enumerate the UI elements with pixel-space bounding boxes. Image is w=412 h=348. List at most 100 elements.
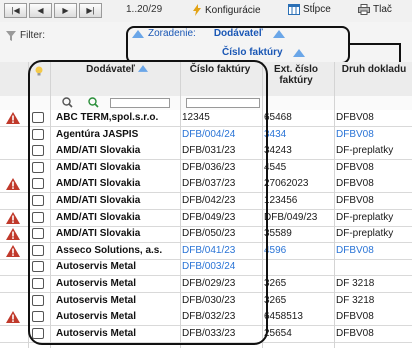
cell-invoice-number: 12345 xyxy=(182,112,210,123)
columns-label: Stĺpce xyxy=(303,4,331,15)
cell-doc-type: DF-preplatky xyxy=(336,211,394,223)
print-button[interactable]: Tlač xyxy=(358,4,392,15)
cell-ext-number: 123456 xyxy=(264,195,298,206)
cell-ext-number: 65468 xyxy=(264,112,292,123)
cell-supplier: AMD/ATI Slovakia xyxy=(56,211,141,223)
cell-doc-type: DFBV08 xyxy=(336,244,374,256)
cell-ext-number: 25654 xyxy=(264,327,292,339)
print-label: Tlač xyxy=(373,4,392,15)
cell-supplier: Autoservis Metal xyxy=(56,311,137,323)
cell-doc-type: DFBV08 xyxy=(336,128,374,140)
table-row[interactable]: Autoservis Metal DFB/032/23 6458513 DFBV08 xyxy=(0,309,412,327)
table-row[interactable]: Autoservis Metal DFB/029/23 3265 DF 3218 xyxy=(0,276,412,293)
col-invoice-header[interactable]: Číslo faktúry xyxy=(186,64,254,75)
table-row[interactable]: Autoservis Metal DFB/030/23 3265 DF 3218 xyxy=(0,293,412,310)
prev-page-button[interactable]: ◀ xyxy=(29,3,52,18)
search-icon[interactable] xyxy=(62,97,73,108)
table-row[interactable]: AMD/ATI Slovakia DFB/042/23 123456 DFBV08 xyxy=(0,193,412,210)
table-row[interactable]: Autoservis Metal DFB/033/23 25654 DFBV08 xyxy=(0,326,412,343)
cell-invoice-number: DFB/003/24 xyxy=(182,261,236,273)
grid-header: Dodávateľ Číslo faktúry Ext. číslo faktú… xyxy=(0,62,412,97)
cell-invoice-number: DFB/031/23 xyxy=(182,145,236,157)
cell-supplier: AMD/ATI Slovakia xyxy=(56,195,141,206)
cell-supplier: AMD/ATI Slovakia xyxy=(56,161,141,173)
printer-icon xyxy=(358,4,370,15)
cell-ext-number: 6458513 xyxy=(264,311,303,323)
cell-ext-number: 27062023 xyxy=(264,178,309,190)
row-checkbox[interactable] xyxy=(32,112,44,123)
cell-supplier: AMD/ATI Slovakia xyxy=(56,228,141,240)
cell-doc-type: DF 3218 xyxy=(336,294,375,306)
row-checkbox[interactable] xyxy=(32,211,44,223)
cell-supplier: AMD/ATI Slovakia xyxy=(56,145,141,157)
warning-icon xyxy=(6,244,20,257)
cell-doc-type: DFBV08 xyxy=(336,327,374,339)
last-page-button[interactable]: ▶| xyxy=(79,3,102,18)
table-row[interactable]: AMD/ATI Slovakia DFB/036/23 4545 DFBV08 xyxy=(0,160,412,177)
columns-button[interactable]: Stĺpce xyxy=(288,4,331,15)
supplier-search-input[interactable] xyxy=(110,98,170,108)
cell-ext-number: 4545 xyxy=(264,161,287,173)
configure-label: Konfigurácie xyxy=(205,4,261,16)
row-checkbox[interactable] xyxy=(32,128,44,140)
column-divider xyxy=(334,62,335,348)
warning-icon xyxy=(6,228,20,241)
cell-invoice-number: DFB/037/23 xyxy=(182,178,236,190)
clear-search-icon[interactable] xyxy=(88,97,99,108)
col-ext-header[interactable]: Ext. číslo faktúry xyxy=(268,64,324,86)
next-page-button[interactable]: ▶ xyxy=(54,3,77,18)
table-row[interactable]: Autoservis Metal DFB/003/24 xyxy=(0,259,412,277)
cell-doc-type: DF 3218 xyxy=(336,278,375,289)
configure-button[interactable]: Konfigurácie xyxy=(192,4,261,16)
row-checkbox[interactable] xyxy=(32,195,44,206)
row-checkbox[interactable] xyxy=(32,244,44,256)
cell-doc-type: DFBV08 xyxy=(336,112,374,123)
first-page-button[interactable]: |◀ xyxy=(4,3,27,18)
table-row[interactable]: AMD/ATI Slovakia DFB/049/23 DFB/049/23 DF-p… xyxy=(0,209,412,227)
cell-invoice-number: DFB/049/23 xyxy=(182,211,236,223)
table-row[interactable]: Agentúra JASPIS DFB/004/24 3434 DFBV08 xyxy=(0,127,412,144)
cell-supplier: Autoservis Metal xyxy=(56,261,137,273)
col-supplier-header[interactable]: Dodávateľ xyxy=(62,64,172,75)
row-checkbox[interactable] xyxy=(32,261,44,273)
row-checkbox[interactable] xyxy=(32,228,44,240)
column-divider xyxy=(28,62,29,348)
invoice-search-input[interactable] xyxy=(186,98,260,108)
table-row[interactable]: AMD/ATI Slovakia DFB/031/23 34243 DF-prepla… xyxy=(0,143,412,161)
cell-invoice-number: DFB/030/23 xyxy=(182,294,236,306)
cell-doc-type: DF-preplatky xyxy=(336,145,394,157)
cell-invoice-number: DFB/042/23 xyxy=(182,195,236,206)
cell-ext-number: 3265 xyxy=(264,278,287,289)
row-checkbox[interactable] xyxy=(32,161,44,173)
warning-icon xyxy=(6,211,20,224)
col-type-header[interactable]: Druh dokladu xyxy=(340,64,408,75)
row-checkbox[interactable] xyxy=(32,311,44,323)
cell-ext-number: 3265 xyxy=(264,294,287,306)
warning-icon xyxy=(6,178,20,191)
column-divider xyxy=(50,62,51,348)
row-checkbox[interactable] xyxy=(32,145,44,157)
cell-supplier: AMD/ATI Slovakia xyxy=(56,178,141,190)
cell-ext-number: 3434 xyxy=(264,128,287,140)
cell-ext-number: DFB/049/23 xyxy=(264,211,318,223)
lightning-icon xyxy=(193,4,201,16)
cell-doc-type: DF-preplatky xyxy=(336,228,394,240)
cell-supplier: ABC TERM,spol.s.r.o. xyxy=(56,112,159,123)
table-row[interactable]: AMD/ATI Slovakia DFB/037/23 27062023 DFBV08 xyxy=(0,176,412,194)
cell-ext-number: 34243 xyxy=(264,145,292,157)
row-checkbox[interactable] xyxy=(32,278,44,289)
cell-invoice-number: DFB/041/23 xyxy=(182,244,236,256)
cell-supplier: Autoservis Metal xyxy=(56,294,137,306)
toolbar: |◀ ◀ ▶ ▶| 1..20/29 Konfigurácie Stĺpce T… xyxy=(0,0,412,23)
table-row[interactable]: Asseco Solutions, a.s. DFB/041/23 4596 DFBV… xyxy=(0,242,412,260)
cell-supplier: Autoservis Metal xyxy=(56,327,137,339)
row-checkbox[interactable] xyxy=(32,327,44,339)
column-divider xyxy=(262,62,263,348)
cell-invoice-number: DFB/033/23 xyxy=(182,327,236,339)
table-row[interactable]: AMD/ATI Slovakia DFB/050/23 35589 DF-prepla… xyxy=(0,226,412,244)
row-checkbox[interactable] xyxy=(32,294,44,306)
cell-doc-type: DFBV08 xyxy=(336,161,374,173)
filter-label: Filter: xyxy=(6,30,45,41)
table-row[interactable]: ABC TERM,spol.s.r.o. 12345 65468 DFBV08 xyxy=(0,110,412,127)
row-checkbox[interactable] xyxy=(32,178,44,190)
